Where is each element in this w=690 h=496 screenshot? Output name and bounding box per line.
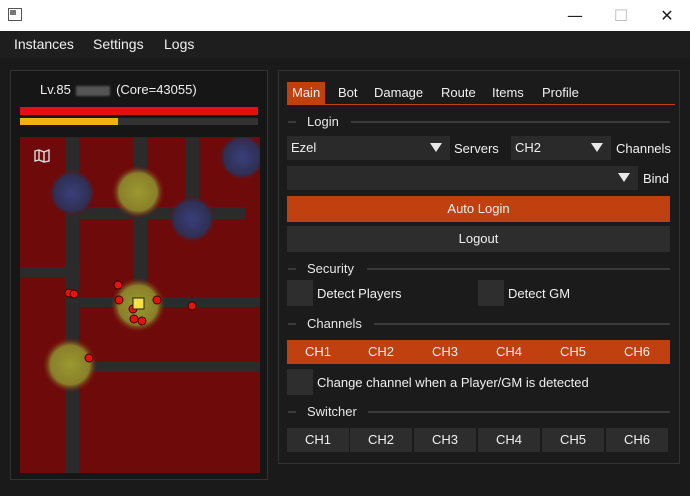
tab-profile[interactable]: Profile (537, 82, 584, 104)
tab-bot[interactable]: Bot (333, 82, 363, 104)
map-zone-blue (48, 169, 96, 217)
player-marker (132, 297, 145, 310)
character-select[interactable]: Ezel (287, 136, 450, 160)
separator (351, 121, 670, 123)
channel-button-ch4[interactable]: CH4 (478, 340, 540, 364)
minimap-canvas (20, 137, 260, 473)
tab-main[interactable]: Main (287, 82, 326, 104)
detect-gm-checkbox[interactable] (478, 280, 504, 306)
app-icon (8, 8, 22, 21)
switcher-button-ch2[interactable]: CH2 (350, 428, 412, 452)
map-icon[interactable] (34, 148, 50, 163)
server-select-value: CH2 (515, 140, 542, 155)
menu-settings[interactable]: Settings (93, 36, 144, 52)
hp-bar-fill (20, 107, 258, 115)
channel-button-ch3[interactable]: CH3 (414, 340, 476, 364)
switcher-button-ch1[interactable]: CH1 (287, 428, 349, 452)
switcher-button-ch6[interactable]: CH6 (606, 428, 668, 452)
separator (288, 411, 296, 413)
channel-button-ch2[interactable]: CH2 (350, 340, 412, 364)
switcher-button-ch5[interactable]: CH5 (542, 428, 604, 452)
detect-players-checkbox[interactable] (287, 280, 313, 306)
switcher-button-ch3[interactable]: CH3 (414, 428, 476, 452)
switcher-section-title: Switcher (307, 404, 357, 419)
switcher-button-ch4[interactable]: CH4 (478, 428, 540, 452)
minimize-button[interactable]: — (552, 0, 598, 31)
tab-underline (287, 104, 675, 105)
detect-players-label: Detect Players (317, 286, 402, 301)
channel-button-ch5[interactable]: CH5 (542, 340, 604, 364)
map-zone-blue (218, 137, 260, 181)
separator (288, 323, 296, 325)
hp-bar (20, 107, 258, 115)
bind-label: Bind (643, 171, 670, 186)
channel-button-ch6[interactable]: CH6 (606, 340, 668, 364)
logout-button[interactable]: Logout (287, 226, 670, 252)
detect-gm-label: Detect GM (508, 286, 571, 301)
login-section-title: Login (307, 114, 339, 129)
map-zone-yellow (111, 165, 165, 219)
tab-route[interactable]: Route (436, 82, 481, 104)
minimap[interactable] (20, 137, 260, 473)
menu-bar: Instances Settings Logs (0, 31, 690, 58)
chevron-down-icon (618, 173, 630, 182)
mp-bar-fill (20, 118, 118, 125)
separator (288, 121, 296, 123)
core-text: (Core=43055) (116, 82, 197, 97)
maximize-button[interactable]: ☐ (598, 0, 644, 31)
channels-section-title: Channels (307, 316, 362, 331)
server-select[interactable]: CH2 (511, 136, 611, 160)
menu-logs[interactable]: Logs (164, 36, 194, 52)
chevron-down-icon (591, 143, 603, 152)
change-channel-label: Change channel when a Player/GM is detec… (317, 375, 589, 390)
separator (374, 323, 670, 325)
separator (367, 268, 670, 270)
separator (368, 411, 670, 413)
separator (288, 268, 296, 270)
tab-damage[interactable]: Damage (369, 82, 428, 104)
level-text: Lv.85 (40, 82, 71, 97)
map-zone-yellow (42, 337, 98, 393)
close-button[interactable]: ✕ (644, 0, 690, 31)
map-zone-blue (168, 195, 216, 243)
mp-bar (20, 118, 258, 125)
servers-label: Servers (454, 141, 499, 156)
change-channel-checkbox[interactable] (287, 369, 313, 395)
menu-instances[interactable]: Instances (14, 36, 74, 52)
title-bar: — ☐ ✕ (0, 0, 690, 31)
character-status: Lv.85 (Core=43055) (40, 82, 197, 97)
security-section-title: Security (307, 261, 354, 276)
character-select-value: Ezel (291, 140, 317, 155)
auto-login-button[interactable]: Auto Login (287, 196, 670, 222)
bind-select[interactable] (287, 166, 638, 190)
chevron-down-icon (430, 143, 442, 152)
tab-items[interactable]: Items (487, 82, 529, 104)
name-redacted (76, 85, 111, 96)
channel-button-ch1[interactable]: CH1 (287, 340, 349, 364)
channels-label: Channels (616, 141, 671, 156)
